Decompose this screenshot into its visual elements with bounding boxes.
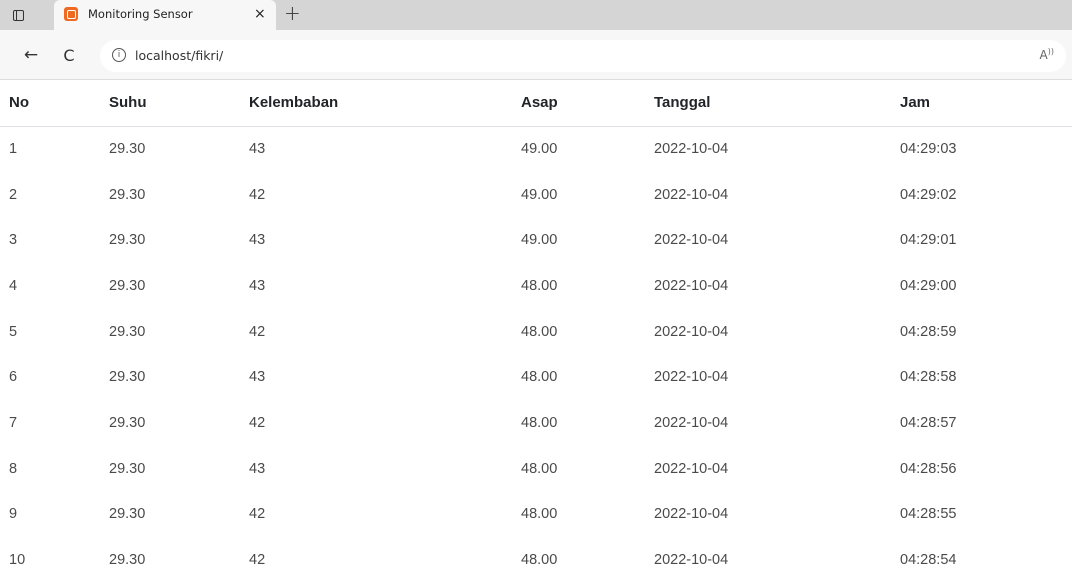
- cell-suhu: 29.30: [109, 141, 146, 158]
- cell-asap: 49.00: [521, 141, 558, 158]
- url-text[interactable]: localhost/fikri/: [135, 48, 223, 63]
- xampp-favicon-icon: [64, 7, 78, 21]
- cell-kelembaban: 42: [249, 552, 266, 569]
- refresh-icon[interactable]: C: [58, 44, 80, 66]
- back-icon[interactable]: ←: [20, 44, 42, 66]
- cell-tanggal: 2022-10-04: [654, 506, 729, 523]
- cell-tanggal: 2022-10-04: [654, 369, 729, 386]
- cell-asap: 49.00: [521, 186, 558, 203]
- cell-no: 1: [9, 141, 18, 158]
- cell-kelembaban: 42: [249, 414, 266, 431]
- table-row: 2 29.30 42 49.00 2022-10-04 04:29:02: [0, 172, 1072, 218]
- table-row: 8 29.30 43 48.00 2022-10-04 04:28:56: [0, 446, 1072, 492]
- cell-jam: 04:28:54: [900, 552, 957, 569]
- cell-no: 10: [9, 552, 26, 569]
- column-header-jam: Jam: [891, 80, 1072, 127]
- cell-jam: 04:28:55: [900, 506, 957, 523]
- cell-no: 9: [9, 506, 18, 523]
- column-header-asap: Asap: [512, 80, 645, 127]
- tab-actions-icon[interactable]: [4, 5, 32, 25]
- read-aloud-icon[interactable]: A)): [1040, 47, 1054, 62]
- cell-asap: 48.00: [521, 414, 558, 431]
- table-row: 10 29.30 42 48.00 2022-10-04 04:28:54: [0, 537, 1072, 575]
- cell-kelembaban: 43: [249, 460, 266, 477]
- column-header-kelembaban: Kelembaban: [240, 80, 512, 127]
- cell-tanggal: 2022-10-04: [654, 186, 729, 203]
- cell-suhu: 29.30: [109, 323, 146, 340]
- cell-jam: 04:29:03: [900, 141, 957, 158]
- cell-jam: 04:29:02: [900, 186, 957, 203]
- cell-suhu: 29.30: [109, 414, 146, 431]
- cell-tanggal: 2022-10-04: [654, 552, 729, 569]
- cell-no: 6: [9, 369, 18, 386]
- cell-no: 4: [9, 277, 18, 294]
- cell-kelembaban: 43: [249, 232, 266, 249]
- cell-suhu: 29.30: [109, 369, 146, 386]
- cell-jam: 04:28:57: [900, 414, 957, 431]
- column-header-tanggal: Tanggal: [645, 80, 891, 127]
- address-bar[interactable]: i localhost/fikri/ A)): [100, 40, 1066, 72]
- cell-jam: 04:28:59: [900, 323, 957, 340]
- cell-suhu: 29.30: [109, 277, 146, 294]
- table-header-row: No Suhu Kelembaban Asap Tanggal Jam: [0, 80, 1072, 127]
- cell-no: 2: [9, 186, 18, 203]
- sensor-table: No Suhu Kelembaban Asap Tanggal Jam 1 29.30 43 4…: [0, 80, 1072, 575]
- address-bar-row: ← C i localhost/fikri/ A)): [0, 30, 1072, 80]
- cell-asap: 48.00: [521, 323, 558, 340]
- cell-asap: 48.00: [521, 369, 558, 386]
- cell-asap: 48.00: [521, 460, 558, 477]
- table-row: 6 29.30 43 48.00 2022-10-04 04:28:58: [0, 354, 1072, 400]
- tab-strip: Monitoring Sensor × +: [0, 0, 1072, 30]
- table-row: 9 29.30 42 48.00 2022-10-04 04:28:55: [0, 492, 1072, 538]
- cell-kelembaban: 42: [249, 186, 266, 203]
- cell-jam: 04:29:00: [900, 277, 957, 294]
- cell-asap: 49.00: [521, 232, 558, 249]
- cell-asap: 48.00: [521, 277, 558, 294]
- cell-kelembaban: 43: [249, 369, 266, 386]
- table-row: 4 29.30 43 48.00 2022-10-04 04:29:00: [0, 263, 1072, 309]
- cell-no: 3: [9, 232, 18, 249]
- cell-jam: 04:28:58: [900, 369, 957, 386]
- cell-jam: 04:28:56: [900, 460, 957, 477]
- cell-kelembaban: 42: [249, 323, 266, 340]
- tab-close-icon[interactable]: ×: [254, 6, 266, 22]
- cell-suhu: 29.30: [109, 232, 146, 249]
- cell-kelembaban: 43: [249, 141, 266, 158]
- cell-asap: 48.00: [521, 552, 558, 569]
- table-row: 3 29.30 43 49.00 2022-10-04 04:29:01: [0, 217, 1072, 263]
- cell-no: 7: [9, 414, 18, 431]
- cell-tanggal: 2022-10-04: [654, 460, 729, 477]
- tab-title: Monitoring Sensor: [88, 7, 193, 21]
- cell-tanggal: 2022-10-04: [654, 323, 729, 340]
- cell-tanggal: 2022-10-04: [654, 277, 729, 294]
- cell-asap: 48.00: [521, 506, 558, 523]
- cell-tanggal: 2022-10-04: [654, 232, 729, 249]
- page-content: No Suhu Kelembaban Asap Tanggal Jam 1 29.30 43 4…: [0, 80, 1072, 575]
- browser-tab[interactable]: Monitoring Sensor ×: [54, 0, 276, 30]
- site-info-icon[interactable]: i: [112, 48, 126, 62]
- cell-suhu: 29.30: [109, 506, 146, 523]
- cell-suhu: 29.30: [109, 186, 146, 203]
- cell-suhu: 29.30: [109, 460, 146, 477]
- column-header-suhu: Suhu: [100, 80, 240, 127]
- table-row: 5 29.30 42 48.00 2022-10-04 04:28:59: [0, 309, 1072, 355]
- table-row: 1 29.30 43 49.00 2022-10-04 04:29:03: [0, 126, 1072, 172]
- cell-jam: 04:29:01: [900, 232, 957, 249]
- cell-kelembaban: 43: [249, 277, 266, 294]
- cell-suhu: 29.30: [109, 552, 146, 569]
- cell-no: 8: [9, 460, 18, 477]
- cell-kelembaban: 42: [249, 506, 266, 523]
- cell-no: 5: [9, 323, 18, 340]
- new-tab-icon[interactable]: +: [284, 2, 301, 24]
- cell-tanggal: 2022-10-04: [654, 414, 729, 431]
- table-row: 7 29.30 42 48.00 2022-10-04 04:28:57: [0, 400, 1072, 446]
- column-header-no: No: [0, 80, 100, 127]
- cell-tanggal: 2022-10-04: [654, 141, 729, 158]
